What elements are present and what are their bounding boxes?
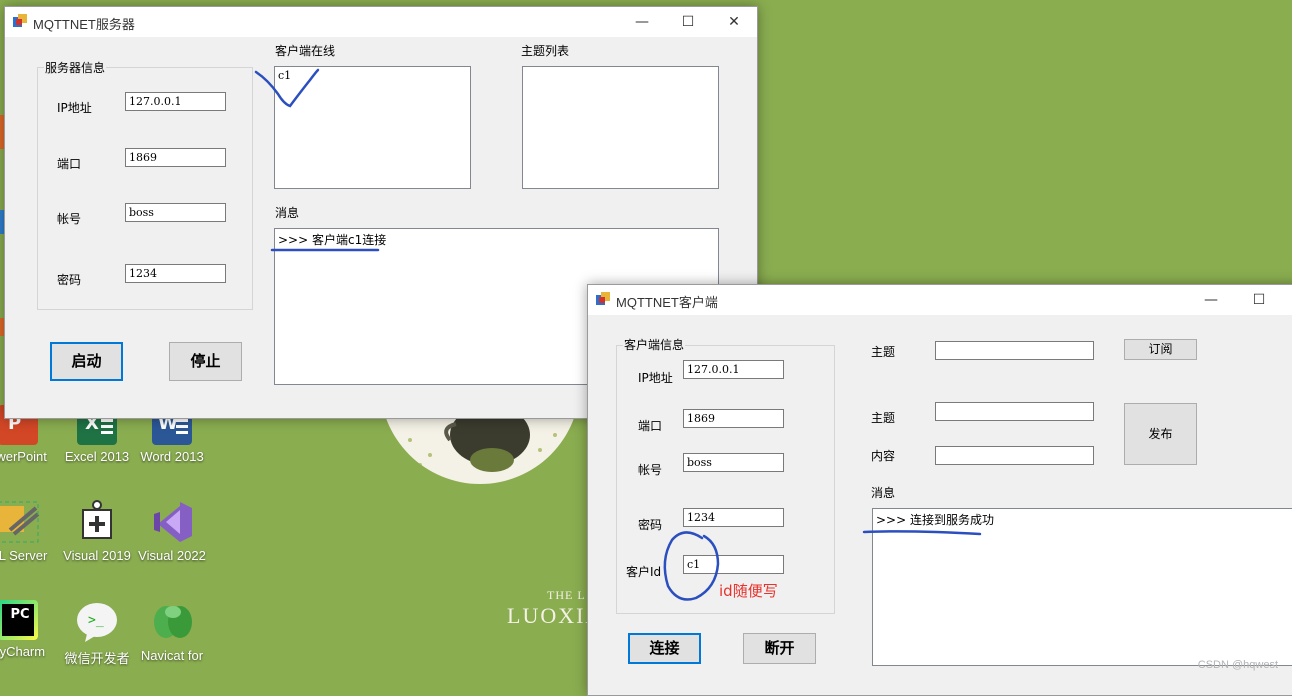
- subscribe-topic-label: 主题: [871, 345, 896, 359]
- minimize-button[interactable]: —: [1188, 285, 1234, 315]
- client-id-field[interactable]: c1: [683, 555, 784, 574]
- publish-topic-label: 主题: [871, 411, 896, 425]
- start-button[interactable]: 启动: [50, 342, 123, 381]
- client-account-field[interactable]: boss: [683, 453, 784, 472]
- client-window-title: MQTTNET客户端: [616, 295, 718, 310]
- client-messages-label: 消息: [871, 486, 896, 500]
- client-port-label: 端口: [638, 419, 663, 433]
- client-messages-list[interactable]: >>> 连接到服务成功: [872, 508, 1292, 666]
- maximize-button[interactable]: ☐: [665, 7, 711, 37]
- minimize-icon: —: [635, 14, 649, 30]
- desktop-icon-wechat-devtools[interactable]: >_ 微信开发者: [59, 600, 135, 667]
- server-password-label: 密码: [57, 273, 82, 287]
- publish-topic-field[interactable]: [935, 402, 1094, 421]
- publish-content-field[interactable]: [935, 446, 1094, 465]
- maximize-icon: ☐: [681, 14, 695, 30]
- client-info-group-title: 客户端信息: [623, 336, 686, 353]
- connect-button[interactable]: 连接: [628, 633, 701, 664]
- client-password-label: 密码: [638, 518, 663, 532]
- server-ip-label: IP地址: [57, 101, 92, 115]
- visual-studio-2022-icon: [150, 500, 194, 544]
- server-account-field[interactable]: boss: [125, 203, 226, 222]
- list-item[interactable]: >>> 连接到服务成功: [876, 511, 1289, 528]
- navicat-icon: [150, 600, 194, 644]
- minimize-icon: —: [1204, 292, 1218, 308]
- app-icon: [13, 14, 27, 28]
- server-port-field[interactable]: 1869: [125, 148, 226, 167]
- watermark: CSDN @hqwest: [1197, 659, 1278, 671]
- stop-button[interactable]: 停止: [169, 342, 242, 381]
- minimize-button[interactable]: —: [619, 7, 665, 37]
- client-ip-label: IP地址: [638, 371, 673, 385]
- sql-server-icon: [0, 500, 40, 544]
- server-password-field[interactable]: 1234: [125, 264, 226, 283]
- client-ip-field[interactable]: 127.0.0.1: [683, 360, 784, 379]
- server-port-label: 端口: [57, 157, 82, 171]
- client-id-label: 客户Id: [626, 565, 662, 579]
- subscribe-topic-field[interactable]: [935, 341, 1094, 360]
- clients-online-list[interactable]: c1: [274, 66, 471, 189]
- maximize-icon: ☐: [1252, 292, 1266, 308]
- client-id-annotation: id随便写: [719, 582, 778, 600]
- subscribe-button[interactable]: 订阅: [1124, 339, 1197, 360]
- wechat-devtools-icon: >_: [75, 600, 119, 644]
- server-window-title: MQTTNET服务器: [33, 17, 135, 32]
- publish-button[interactable]: 发布: [1124, 403, 1197, 465]
- maximize-button[interactable]: ☐: [1236, 285, 1282, 315]
- server-ip-field[interactable]: 127.0.0.1: [125, 92, 226, 111]
- desktop-icon-navicat[interactable]: Navicat for: [134, 600, 210, 663]
- server-messages-label: 消息: [275, 206, 300, 220]
- visual-2019-icon: [75, 500, 119, 544]
- close-button[interactable]: ✕: [711, 7, 757, 37]
- topic-list-label: 主题列表: [521, 44, 570, 58]
- app-icon: [596, 292, 610, 306]
- svg-text:>_: >_: [88, 613, 104, 628]
- publish-content-label: 内容: [871, 449, 896, 463]
- disconnect-button[interactable]: 断开: [743, 633, 816, 664]
- clients-online-label: 客户端在线: [275, 44, 336, 58]
- close-icon: ✕: [728, 14, 740, 30]
- server-titlebar: MQTTNET服务器 — ☐ ✕: [5, 7, 757, 37]
- list-item[interactable]: >>> 客户端c1连接: [278, 231, 715, 248]
- list-item[interactable]: c1: [278, 69, 467, 82]
- client-account-label: 帐号: [638, 463, 663, 477]
- pycharm-icon: PC: [0, 600, 38, 640]
- client-window: MQTTNET客户端 — ☐ 客户端信息 IP地址 127.0.0.1 端口 1…: [587, 284, 1292, 696]
- client-port-field[interactable]: 1869: [683, 409, 784, 428]
- client-titlebar: MQTTNET客户端 — ☐: [588, 285, 1292, 315]
- topic-list[interactable]: [522, 66, 719, 189]
- server-account-label: 帐号: [57, 212, 82, 226]
- desktop-icon-visual-2022[interactable]: Visual 2022: [134, 500, 210, 563]
- desktop-icon-visual-2019[interactable]: Visual 2019: [59, 500, 135, 563]
- server-info-group-title: 服务器信息: [44, 59, 107, 76]
- client-password-field[interactable]: 1234: [683, 508, 784, 527]
- desktop-icon-pycharm[interactable]: PC PyCharm: [0, 600, 56, 659]
- desktop-icon-sql-server[interactable]: QL Server: [0, 500, 56, 563]
